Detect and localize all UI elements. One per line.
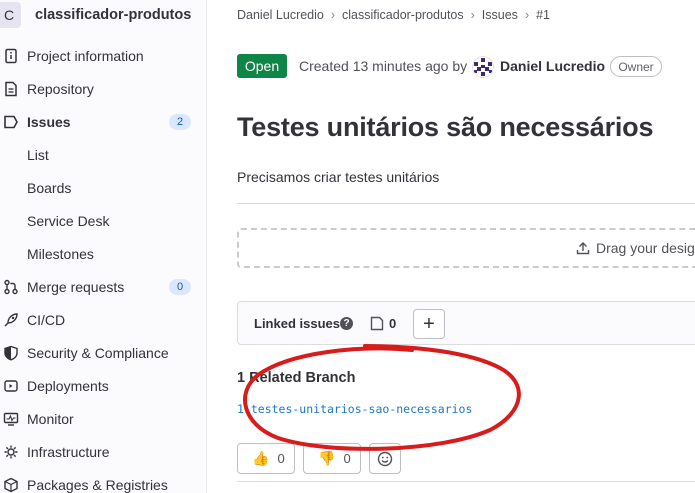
project-name[interactable]: classificador-produtos: [35, 7, 191, 23]
dropzone-label: Drag your desig: [576, 240, 695, 256]
issues-icon: [4, 115, 18, 128]
breadcrumb-separator-icon: ›: [330, 8, 336, 22]
sidebar-item-service-desk[interactable]: Service Desk: [0, 204, 207, 237]
breadcrumb-item[interactable]: #1: [536, 8, 550, 22]
issues-icon: [370, 316, 384, 331]
sidebar-item-label: CI/CD: [27, 311, 66, 328]
linked-issues-label: Linked issues: [254, 316, 340, 331]
add-linked-issue-button[interactable]: +: [413, 309, 445, 339]
breadcrumb-item[interactable]: Issues: [482, 8, 518, 22]
thumbs-up-button[interactable]: 👍 0: [237, 443, 295, 474]
project-header[interactable]: C classificador-produtos: [0, 0, 207, 32]
doc-text-icon: [5, 81, 17, 96]
issues-count-badge: 2: [169, 113, 191, 130]
breadcrumb-separator-icon: ›: [470, 8, 475, 22]
package-icon: [4, 477, 18, 492]
issue-title: Testes unitários são necessários: [237, 112, 654, 142]
thumbs-down-count: 0: [343, 451, 351, 466]
info-doc-icon: [5, 48, 17, 63]
sidebar-item-project-information[interactable]: Project information: [0, 39, 207, 72]
issue-description: Precisamos criar testes unitários: [237, 169, 440, 185]
sidebar-item-label: Deployments: [27, 377, 109, 394]
sidebar-item-boards[interactable]: Boards: [0, 171, 207, 204]
thumbs-up-icon: 👍: [252, 450, 270, 466]
thumbs-down-icon: 👎: [318, 450, 336, 466]
thumbs-down-button[interactable]: 👎 0: [303, 443, 361, 474]
sidebar-item-merge-requests[interactable]: Merge requests 0: [0, 270, 207, 303]
merge-requests-count-badge: 0: [169, 278, 191, 295]
sidebar: C classificador-produtos Project informa…: [0, 0, 207, 493]
sidebar-item-milestones[interactable]: Milestones: [0, 237, 207, 270]
add-reaction-button[interactable]: [369, 443, 401, 474]
role-badge: Owner: [610, 56, 662, 77]
sidebar-item-label: Service Desk: [27, 212, 110, 229]
sidebar-item-label: Project information: [27, 47, 144, 64]
divider: [237, 203, 695, 204]
upload-icon: [576, 242, 590, 255]
sidebar-item-issues[interactable]: Issues 2: [0, 105, 207, 138]
monitor-icon: [3, 412, 19, 426]
breadcrumb-separator-icon: ›: [524, 8, 530, 22]
sidebar-item-label: Repository: [27, 80, 94, 97]
divider: [237, 481, 695, 482]
sidebar-item-security-compliance[interactable]: Security & Compliance: [0, 336, 207, 369]
linked-issues-count: 0: [389, 316, 397, 331]
merge-request-icon: [4, 279, 18, 294]
sidebar-item-repository[interactable]: Repository: [0, 72, 207, 105]
related-branch-heading: 1 Related Branch: [237, 370, 356, 386]
smiley-icon: [377, 451, 393, 466]
thumbs-up-count: 0: [277, 451, 285, 466]
breadcrumb: Daniel Lucredio › classificador-produtos › I…: [237, 8, 550, 22]
sidebar-item-label: Boards: [27, 179, 72, 196]
dropzone-text: Drag your desig: [596, 240, 695, 256]
sidebar-item-label: Packages & Registries: [27, 476, 168, 493]
sidebar-item-label: List: [27, 146, 49, 163]
rocket-icon: [4, 312, 18, 326]
sidebar-item-label: Issues: [27, 113, 71, 130]
breadcrumb-item[interactable]: classificador-produtos: [342, 8, 464, 22]
issue-created-text: Created 13 minutes ago by: [299, 58, 468, 74]
sidebar-item-packages-registries[interactable]: Packages & Registries: [0, 468, 207, 493]
related-branch-link[interactable]: 1-testes-unitarios-sao-necessarios: [237, 402, 472, 416]
sidebar-item-label: Merge requests: [27, 278, 125, 295]
sidebar-item-label: Milestones: [27, 245, 94, 262]
sidebar-item-list[interactable]: List: [0, 138, 207, 171]
project-avatar: C: [0, 2, 21, 28]
shield-icon: [4, 345, 18, 361]
author-avatar[interactable]: [472, 56, 494, 78]
sidebar-item-deployments[interactable]: Deployments: [0, 369, 207, 402]
deployments-icon: [4, 379, 18, 392]
author-name[interactable]: Daniel Lucredio: [500, 58, 605, 74]
sidebar-item-label: Infrastructure: [27, 443, 110, 460]
sidebar-item-label: Monitor: [27, 410, 74, 427]
sidebar-item-label: Security & Compliance: [27, 344, 169, 361]
sidebar-item-infrastructure[interactable]: Infrastructure: [0, 435, 207, 468]
cloud-gear-icon: [4, 445, 18, 458]
sidebar-item-ci-cd[interactable]: CI/CD: [0, 303, 207, 336]
issue-status-badge: Open: [237, 54, 287, 78]
breadcrumb-item[interactable]: Daniel Lucredio: [237, 8, 324, 22]
sidebar-item-monitor[interactable]: Monitor: [0, 402, 207, 435]
question-icon[interactable]: ?: [340, 317, 353, 330]
